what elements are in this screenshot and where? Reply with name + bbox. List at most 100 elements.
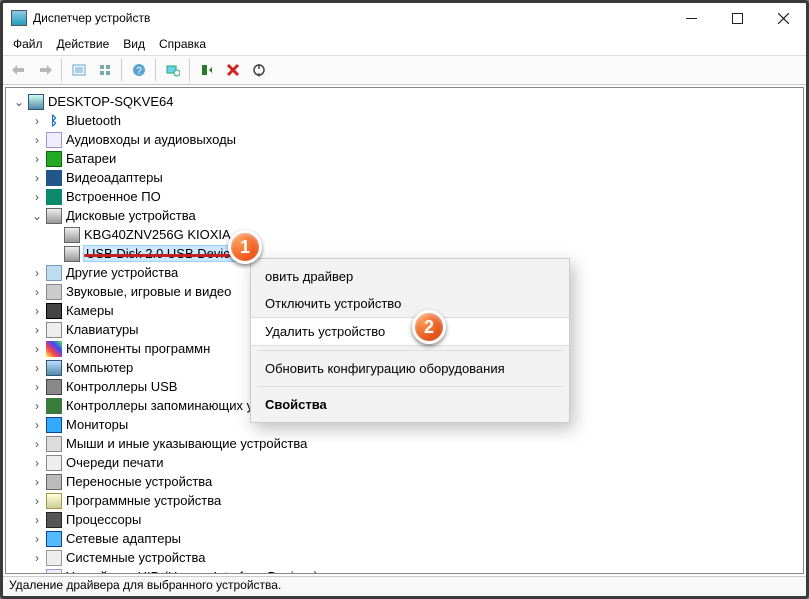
device-tree-pane[interactable]: ⌄ DESKTOP-SQKVE64 ›ᛒBluetooth › Аудиовход…: [5, 87, 804, 574]
hid-icon: [46, 569, 62, 575]
expand-icon[interactable]: ›: [28, 399, 46, 413]
forward-button[interactable]: [33, 58, 57, 82]
expand-icon[interactable]: ›: [28, 418, 46, 432]
ctx-uninstall-device[interactable]: Удалить устройство: [251, 317, 569, 346]
menu-file[interactable]: Файл: [7, 35, 49, 53]
expand-icon[interactable]: ›: [28, 532, 46, 546]
printer-icon: [46, 455, 62, 471]
ctx-scan-hardware[interactable]: Обновить конфигурацию оборудования: [251, 355, 569, 382]
expand-icon[interactable]: ›: [28, 551, 46, 565]
cat-firmware[interactable]: › Встроенное ПО: [6, 187, 803, 206]
ctx-update-driver[interactable]: овить драйвер: [251, 263, 569, 290]
cat-label: Устройства HID (Human Interface Devices): [66, 569, 318, 574]
expand-icon[interactable]: ›: [28, 190, 46, 204]
cat-video[interactable]: ›Видеоадаптеры: [6, 168, 803, 187]
titlebar[interactable]: Диспетчер устройств: [3, 3, 806, 33]
collapse-icon[interactable]: ⌄: [28, 209, 46, 223]
tree-root[interactable]: ⌄ DESKTOP-SQKVE64: [6, 92, 803, 111]
cat-label: Камеры: [66, 303, 114, 318]
display-adapter-icon: [46, 170, 62, 186]
cat-cpu[interactable]: › Процессоры: [6, 510, 803, 529]
ctx-properties[interactable]: Свойства: [251, 391, 569, 418]
menu-action[interactable]: Действие: [51, 35, 116, 53]
cat-mouse[interactable]: › Мыши и иные указывающие устройства: [6, 434, 803, 453]
collapse-icon[interactable]: ⌄: [10, 95, 28, 109]
cat-label: Дисковые устройства: [66, 208, 196, 223]
expand-icon[interactable]: ›: [28, 133, 46, 147]
cat-label: Мыши и иные указывающие устройства: [66, 436, 307, 451]
annotation-badge-2: 2: [412, 310, 446, 344]
cat-label: Компоненты программн: [66, 341, 210, 356]
menu-help[interactable]: Справка: [153, 35, 212, 53]
cat-label: Другие устройства: [66, 265, 178, 280]
toolbar: ?: [3, 55, 806, 85]
processor-icon: [46, 512, 62, 528]
menu-view[interactable]: Вид: [117, 35, 151, 53]
ctx-disable-device[interactable]: Отключить устройство: [251, 290, 569, 317]
menubar: Файл Действие Вид Справка: [3, 33, 806, 55]
system-icon: [46, 550, 62, 566]
expand-icon[interactable]: ›: [28, 361, 46, 375]
cat-audio[interactable]: › Аудиовходы и аудиовыходы: [6, 130, 803, 149]
cat-label: Процессоры: [66, 512, 141, 527]
cat-label: Переносные устройства: [66, 474, 212, 489]
computer-icon: [28, 94, 44, 110]
svg-text:?: ?: [136, 66, 142, 77]
update-driver-button[interactable]: [195, 58, 219, 82]
storage-icon: [46, 398, 62, 414]
monitor-icon: [46, 417, 62, 433]
scan-hardware-button[interactable]: [161, 58, 185, 82]
cat-printq[interactable]: ›Очереди печати: [6, 453, 803, 472]
close-button[interactable]: [760, 3, 806, 33]
show-hidden-button[interactable]: [93, 58, 117, 82]
expand-icon[interactable]: ›: [28, 266, 46, 280]
cat-label: Сетевые адаптеры: [66, 531, 181, 546]
help-button[interactable]: ?: [127, 58, 151, 82]
maximize-button[interactable]: [714, 3, 760, 33]
cat-disk[interactable]: ⌄ Дисковые устройства: [6, 206, 803, 225]
expand-icon[interactable]: ›: [28, 152, 46, 166]
cat-label: Батареи: [66, 151, 116, 166]
disable-button[interactable]: [247, 58, 271, 82]
disk-kioxia[interactable]: KBG40ZNV256G KIOXIA: [6, 225, 803, 244]
expand-icon[interactable]: ›: [28, 342, 46, 356]
expand-icon[interactable]: ›: [28, 114, 46, 128]
expand-icon[interactable]: ›: [28, 494, 46, 508]
cat-network[interactable]: › Сетевые адаптеры: [6, 529, 803, 548]
disk-icon: [64, 227, 80, 243]
mouse-icon: [46, 436, 62, 452]
cat-label: Звуковые, игровые и видео: [66, 284, 231, 299]
cat-hid[interactable]: › Устройства HID (Human Interface Devices…: [6, 567, 803, 574]
cat-battery[interactable]: › Батареи: [6, 149, 803, 168]
uninstall-button[interactable]: [221, 58, 245, 82]
cat-bluetooth[interactable]: ›ᛒBluetooth: [6, 111, 803, 130]
expand-icon[interactable]: ›: [28, 171, 46, 185]
cat-progdev[interactable]: ›Программные устройства: [6, 491, 803, 510]
expand-icon[interactable]: ›: [28, 380, 46, 394]
expand-icon[interactable]: ›: [28, 456, 46, 470]
portable-icon: [46, 474, 62, 490]
expand-icon[interactable]: ›: [28, 285, 46, 299]
cat-label: Встроенное ПО: [66, 189, 161, 204]
details-button[interactable]: [67, 58, 91, 82]
back-button[interactable]: [7, 58, 31, 82]
expand-icon[interactable]: ›: [28, 304, 46, 318]
minimize-button[interactable]: [668, 3, 714, 33]
context-menu: овить драйвер Отключить устройство Удали…: [250, 258, 570, 423]
ctx-separator: [257, 350, 563, 351]
expand-icon[interactable]: ›: [28, 570, 46, 575]
cat-system[interactable]: ›Системные устройства: [6, 548, 803, 567]
annotation-badge-1: 1: [228, 230, 262, 264]
cat-label: Компьютер: [66, 360, 133, 375]
ctx-separator: [257, 386, 563, 387]
window-title: Диспетчер устройств: [33, 11, 668, 25]
battery-icon: [46, 151, 62, 167]
expand-icon[interactable]: ›: [28, 323, 46, 337]
software-device-icon: [46, 493, 62, 509]
expand-icon[interactable]: ›: [28, 475, 46, 489]
statusbar: Удаление драйвера для выбранного устройс…: [3, 576, 806, 596]
cat-label: Аудиовходы и аудиовыходы: [66, 132, 236, 147]
expand-icon[interactable]: ›: [28, 513, 46, 527]
cat-portable[interactable]: › Переносные устройства: [6, 472, 803, 491]
expand-icon[interactable]: ›: [28, 437, 46, 451]
